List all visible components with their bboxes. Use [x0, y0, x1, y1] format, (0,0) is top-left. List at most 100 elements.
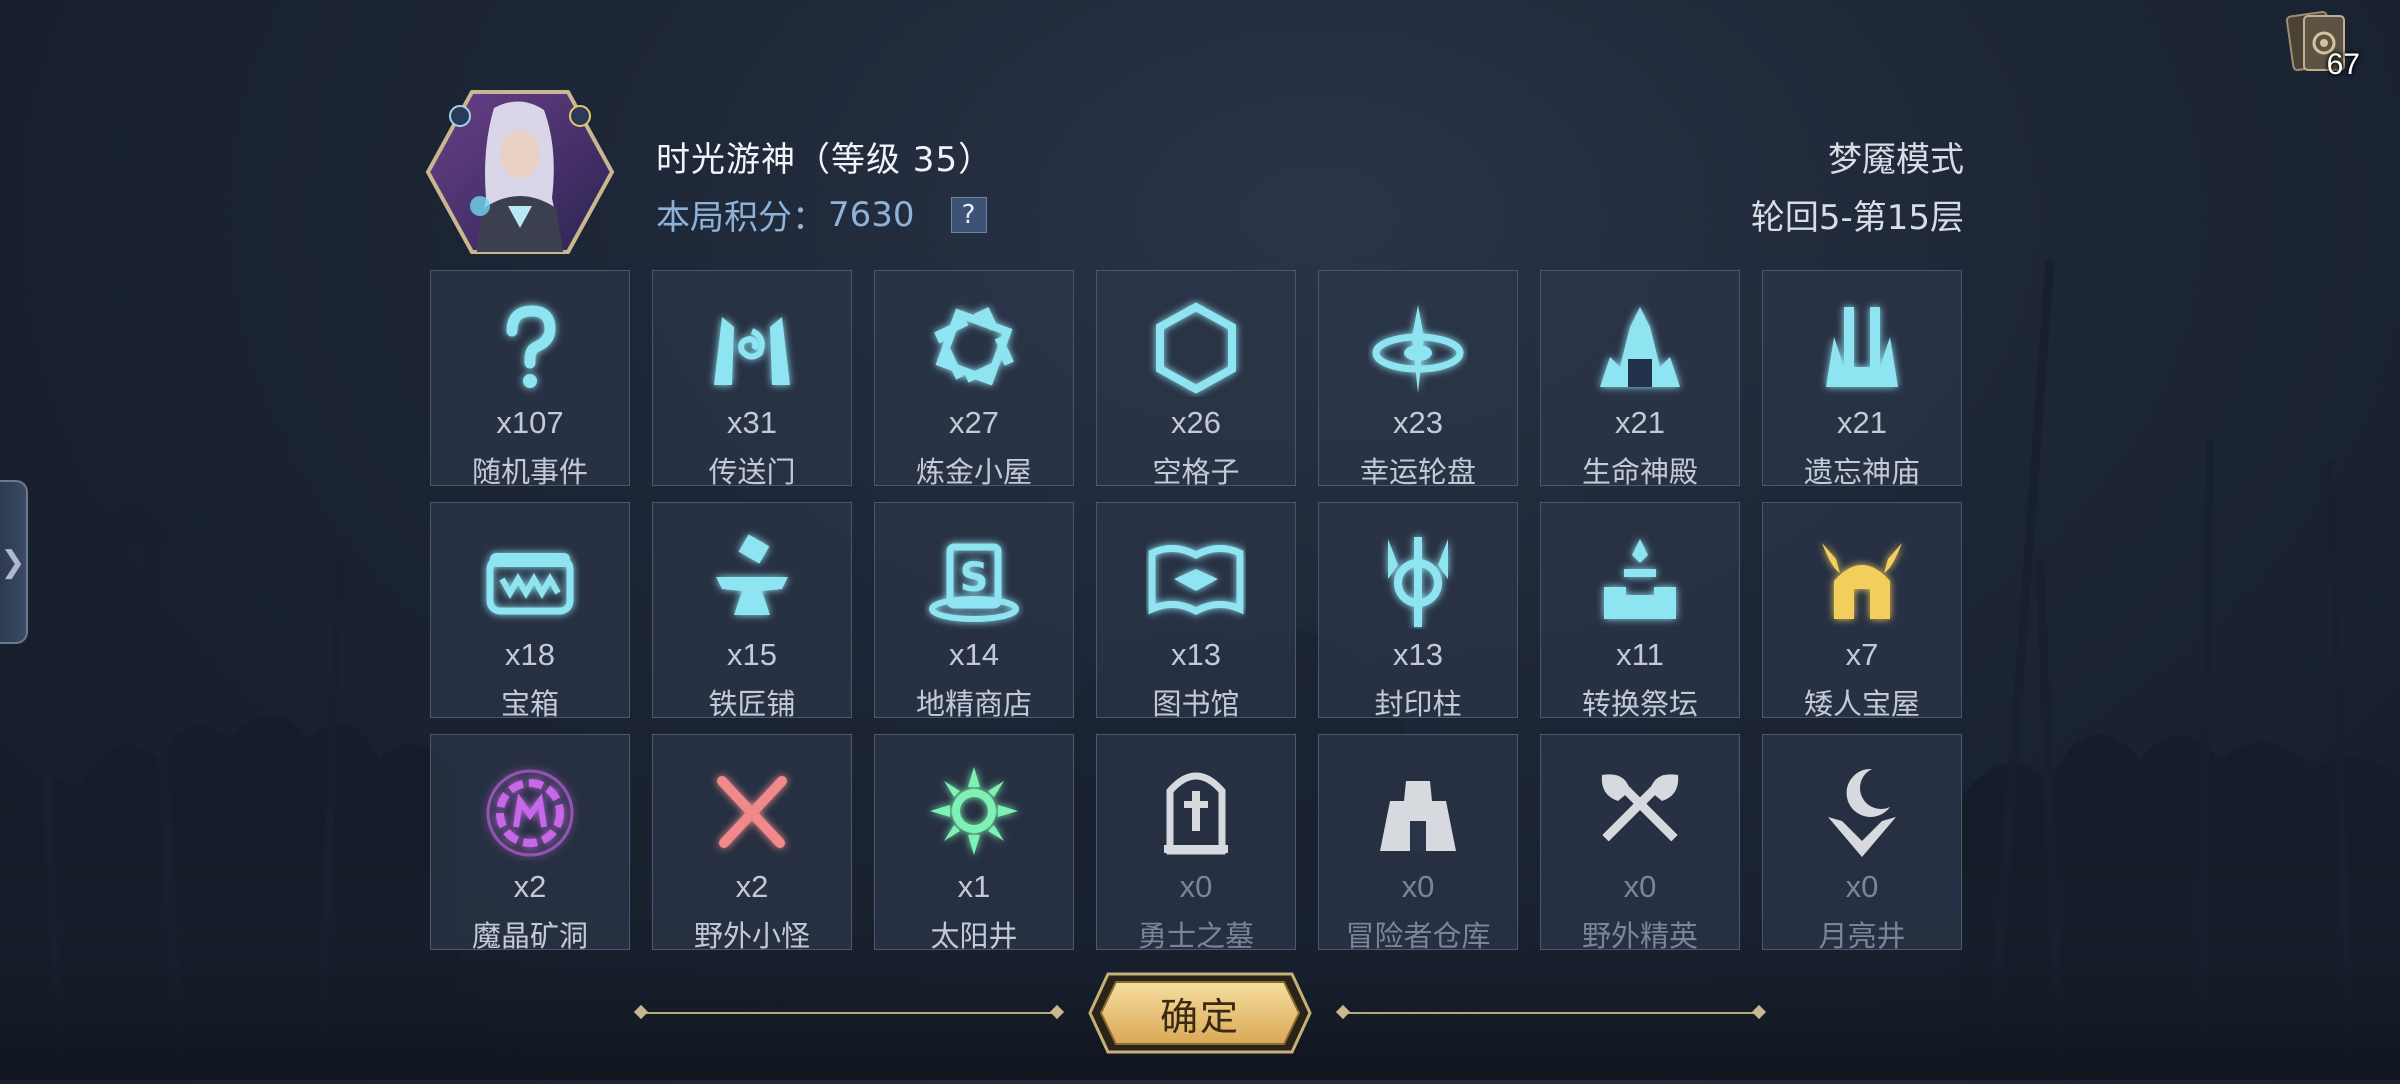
event-label: 转换祭坛 — [1581, 687, 1698, 721]
event-tile[interactable]: x27 炼金小屋 — [874, 270, 1074, 489]
event-tile[interactable]: x13 封印柱 — [1318, 502, 1518, 721]
hexagon-icon — [1146, 297, 1246, 397]
event-tile[interactable]: x11 转换祭坛 — [1540, 502, 1740, 721]
crossed-axes-icon — [1590, 761, 1690, 861]
event-tile[interactable]: x15 铁匠铺 — [652, 502, 852, 721]
event-label: 宝箱 — [500, 687, 559, 721]
event-count: x2 — [735, 869, 769, 904]
event-label: 传送门 — [708, 455, 796, 489]
event-tile[interactable]: x0 冒险者仓库 — [1318, 734, 1518, 953]
event-tile[interactable]: x21 遗忘神庙 — [1762, 270, 1962, 489]
card-deck-button[interactable]: 67 — [2285, 8, 2360, 81]
event-count: x18 — [505, 637, 555, 672]
event-label: 封印柱 — [1374, 687, 1462, 721]
event-count: x21 — [1837, 405, 1887, 440]
crystal-mine-icon — [480, 761, 580, 861]
score-label: 本局积分： — [656, 198, 826, 238]
treasure-chest-icon — [480, 529, 580, 629]
event-label: 矮人宝屋 — [1803, 687, 1920, 721]
event-label: 幸运轮盘 — [1359, 455, 1476, 489]
event-tile[interactable]: Sx14 地精商店 — [874, 502, 1074, 721]
event-count: x15 — [727, 637, 777, 672]
moon-well-icon — [1812, 761, 1912, 861]
book-icon — [1146, 529, 1246, 629]
score-value: 7630 — [828, 194, 915, 235]
anvil-icon — [702, 529, 802, 629]
score-row: 本局积分： 7630 ? — [656, 190, 987, 239]
event-label: 太阳井 — [930, 919, 1018, 953]
chevron-right-icon: ❯ — [0, 544, 26, 580]
divider-right — [1342, 1012, 1760, 1014]
event-count: x27 — [949, 405, 999, 440]
goblin-shop-icon: S — [924, 529, 1024, 629]
event-label: 随机事件 — [471, 455, 588, 489]
game-mode: 梦魇模式 — [1828, 140, 1964, 180]
floor-info: 轮回5-第15层 — [1750, 198, 1964, 238]
crossed-swords-icon — [702, 761, 802, 861]
event-label: 野外小怪 — [693, 919, 810, 953]
event-count: x0 — [1401, 869, 1435, 904]
event-count: x0 — [1179, 869, 1213, 904]
event-tile[interactable]: x26 空格子 — [1096, 270, 1296, 489]
event-label: 图书馆 — [1152, 687, 1240, 721]
event-tile[interactable]: x7 矮人宝屋 — [1762, 502, 1962, 721]
event-count: x26 — [1171, 405, 1221, 440]
event-grid: x107 随机事件 x31 传送门 x27 炼金小屋 x26 空格子 x23 幸运轮盘 x21 生命神… — [430, 270, 1964, 953]
confirm-button[interactable]: 确定 — [1086, 970, 1314, 1056]
event-tile[interactable]: x2 魔晶矿洞 — [430, 734, 630, 953]
event-count: x0 — [1845, 869, 1879, 904]
event-tile[interactable]: x0 勇士之墓 — [1096, 734, 1296, 953]
alchemy-icon — [924, 297, 1024, 397]
event-tile[interactable]: x18 宝箱 — [430, 502, 630, 721]
question-mark-icon — [480, 297, 580, 397]
event-count: x1 — [957, 869, 991, 904]
event-count: x107 — [496, 405, 564, 440]
event-label: 勇士之墓 — [1137, 919, 1254, 953]
event-label: 铁匠铺 — [708, 687, 796, 721]
event-count: x11 — [1616, 637, 1664, 672]
sun-well-icon — [924, 761, 1024, 861]
portal-gate-icon — [702, 297, 802, 397]
event-count: x2 — [513, 869, 547, 904]
tomb-icon — [1146, 761, 1246, 861]
warehouse-icon — [1368, 761, 1468, 861]
event-tile[interactable]: x107 随机事件 — [430, 270, 630, 489]
event-count: x7 — [1845, 637, 1879, 672]
event-tile[interactable]: x2 野外小怪 — [652, 734, 852, 953]
svg-text:S: S — [960, 555, 989, 601]
event-tile[interactable]: x23 幸运轮盘 — [1318, 270, 1518, 489]
event-label: 魔晶矿洞 — [471, 919, 588, 953]
event-label: 遗忘神庙 — [1803, 455, 1920, 489]
confirm-row: 确定 — [640, 970, 1760, 1056]
event-count: x31 — [727, 405, 777, 440]
event-label: 野外精英 — [1581, 919, 1698, 953]
dwarf-helmet-icon — [1812, 529, 1912, 629]
avatar[interactable] — [424, 88, 616, 256]
help-button[interactable]: ? — [950, 196, 987, 233]
event-count: x0 — [1623, 869, 1657, 904]
event-count: x14 — [949, 637, 999, 672]
altar-icon — [1590, 529, 1690, 629]
event-tile[interactable]: x1 太阳井 — [874, 734, 1074, 953]
event-tile[interactable]: x0 月亮井 — [1762, 734, 1962, 953]
event-count: x13 — [1393, 637, 1443, 672]
event-label: 炼金小屋 — [915, 455, 1032, 489]
event-tile[interactable]: x13 图书馆 — [1096, 502, 1296, 721]
event-count: x21 — [1615, 405, 1665, 440]
event-count: x13 — [1171, 637, 1221, 672]
player-name: 时光游神（等级 35） — [656, 140, 994, 180]
life-temple-icon — [1590, 297, 1690, 397]
event-label: 月亮井 — [1818, 919, 1906, 953]
event-tile[interactable]: x0 野外精英 — [1540, 734, 1740, 953]
player-header: 时光游神（等级 35） 本局积分： 7630 ? 梦魇模式 轮回5-第15层 — [424, 88, 1964, 258]
seal-pillar-icon — [1368, 529, 1468, 629]
divider-left — [640, 1012, 1058, 1014]
forgotten-temple-icon — [1812, 297, 1912, 397]
event-label: 生命神殿 — [1581, 455, 1698, 489]
event-count: x23 — [1393, 405, 1443, 440]
event-tile[interactable]: x21 生命神殿 — [1540, 270, 1740, 489]
side-panel-toggle[interactable]: ❯ — [0, 480, 28, 644]
event-tile[interactable]: x31 传送门 — [652, 270, 852, 489]
fortune-wheel-icon — [1368, 297, 1468, 397]
event-label: 空格子 — [1152, 455, 1240, 489]
